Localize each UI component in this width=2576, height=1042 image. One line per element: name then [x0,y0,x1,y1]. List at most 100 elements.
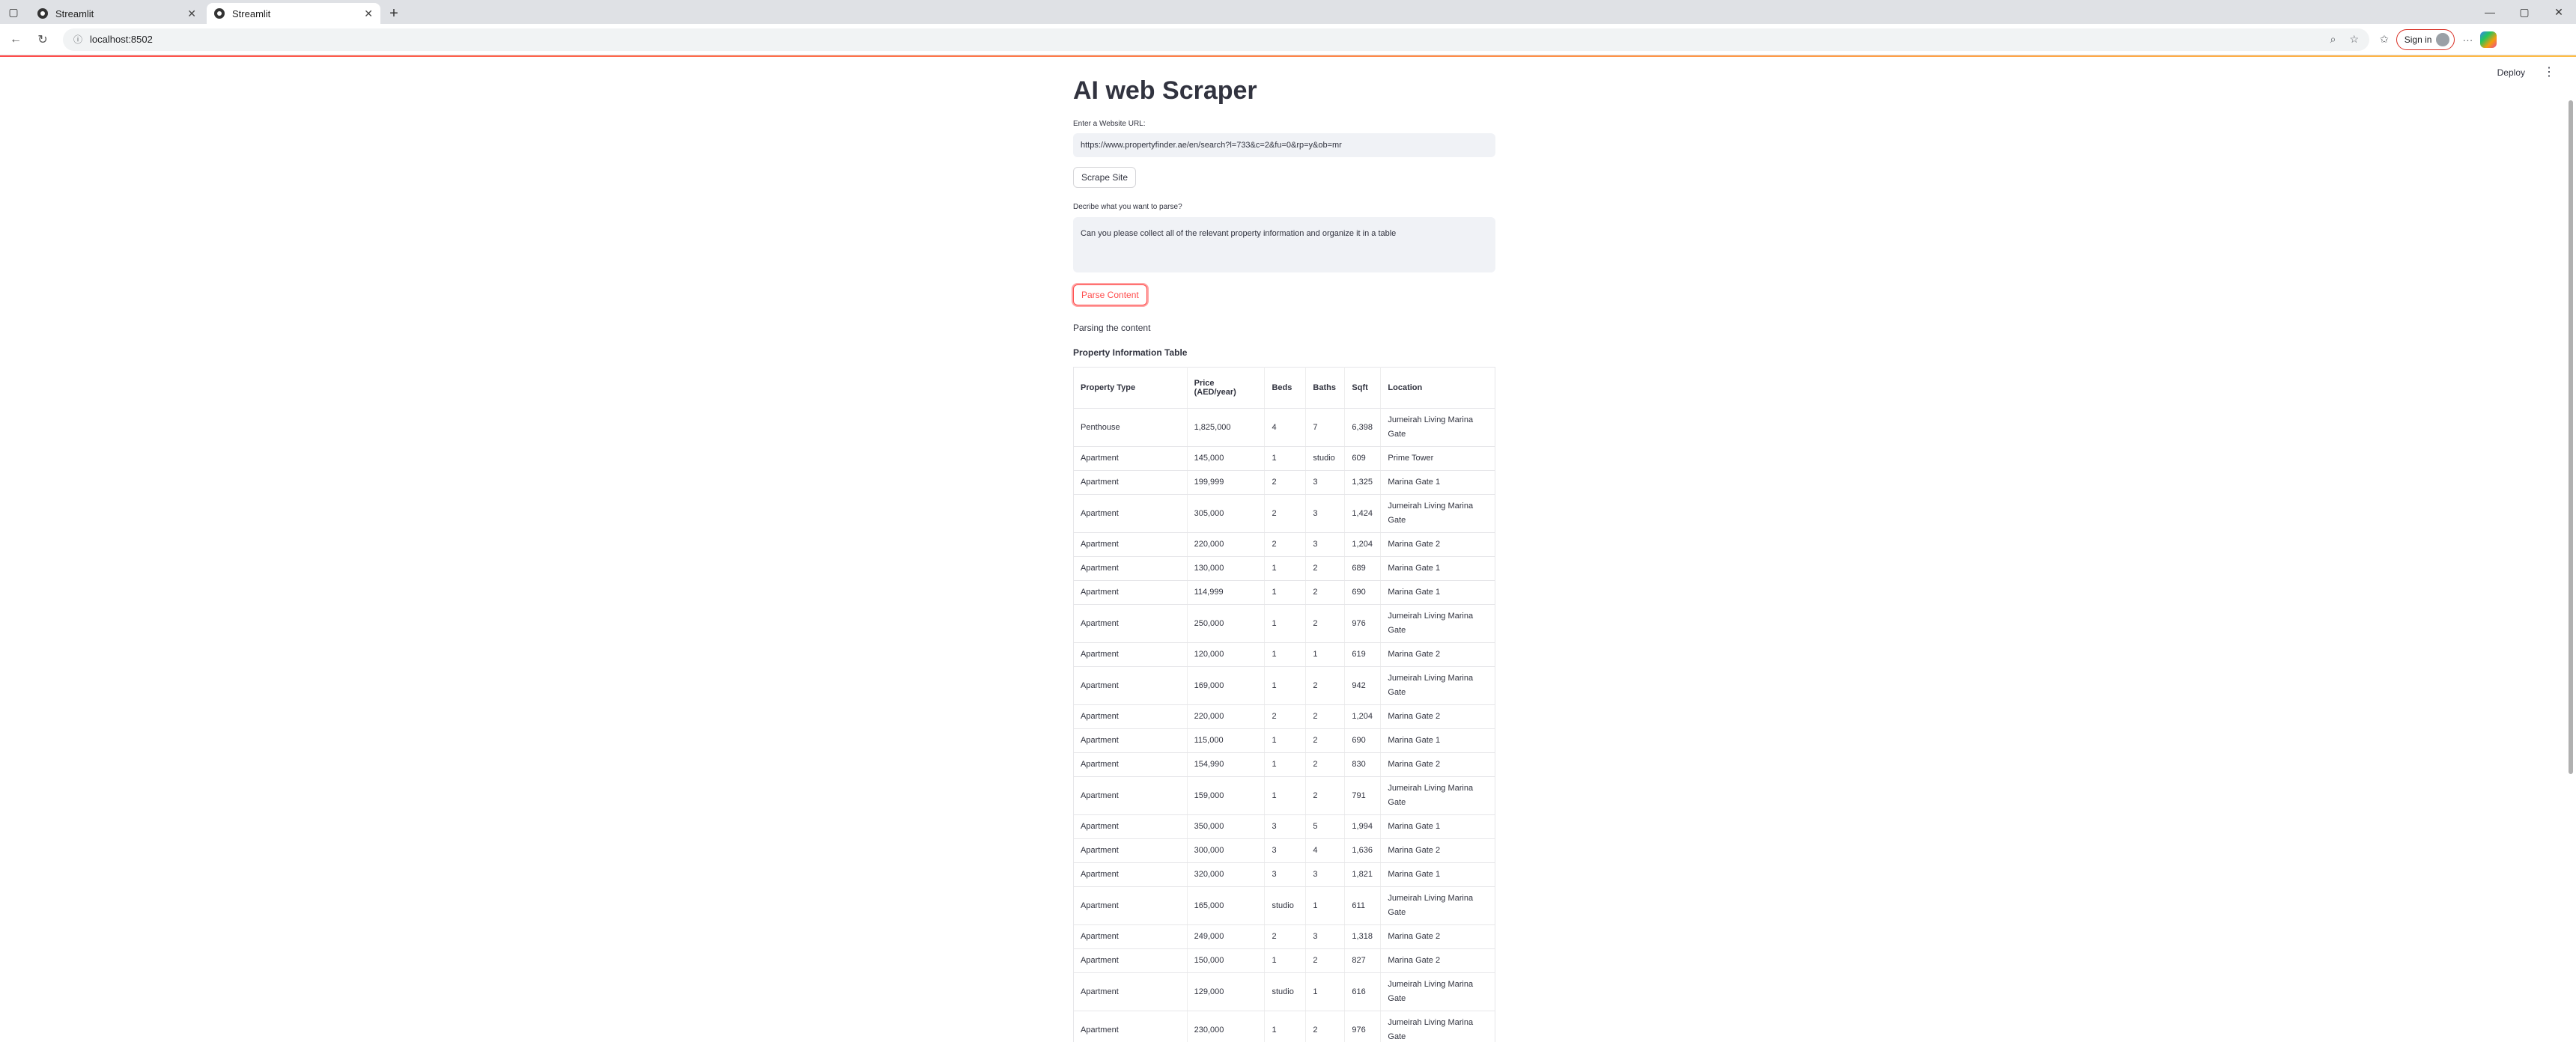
table-cell: 1 [1305,886,1345,925]
streamlit-favicon-icon [214,8,225,19]
more-options-icon[interactable]: ··· [2462,34,2473,46]
table-cell: 1 [1264,580,1306,605]
table-heading: Property Information Table [1073,347,1188,358]
table-cell: 1 [1264,666,1306,705]
new-tab-button[interactable]: + [383,3,404,24]
table-cell: Jumeirah Living Marina Gate [1380,886,1495,925]
table-cell: studio [1264,972,1306,1011]
column-header: Location [1380,367,1495,409]
main-menu-icon[interactable]: ⋮ [2543,64,2555,79]
table-cell: 320,000 [1186,862,1265,887]
scrollbar-thumb[interactable] [2569,100,2573,774]
table-row: Apartment 115,000 1 2 690 Marina Gate 1 [1073,728,1495,753]
table-cell: 250,000 [1186,604,1265,643]
table-cell: 165,000 [1186,886,1265,925]
table-cell: Marina Gate 1 [1380,814,1495,839]
site-info-icon[interactable]: ⓘ [73,33,82,46]
table-cell: Apartment [1073,532,1188,557]
table-cell: 3 [1305,924,1345,949]
back-icon[interactable]: ← [4,28,27,51]
table-cell: Apartment [1073,580,1188,605]
sign-in-button[interactable]: Sign in [2396,28,2455,50]
parse-description-label: Decribe what you want to parse? [1073,203,1182,211]
status-text: Parsing the content [1073,323,1151,333]
window-controls: — ▢ ✕ [2473,0,2576,24]
table-cell: 305,000 [1186,494,1265,533]
address-bar[interactable]: ⓘ localhost:8502 ⌕ ☆ [63,28,2369,51]
table-cell: 3 [1264,814,1306,839]
close-tab-icon[interactable]: ✕ [187,7,196,20]
table-cell: Apartment [1073,838,1188,863]
browser-tab-2[interactable]: Streamlit ✕ [207,3,380,24]
table-cell: 199,999 [1186,470,1265,495]
table-cell: 1,636 [1344,838,1381,863]
table-cell: 1,821 [1344,862,1381,887]
close-tab-icon[interactable]: ✕ [364,7,373,20]
table-cell: Marina Gate 2 [1380,642,1495,667]
tab-actions-icon[interactable]: ▢ [0,0,27,24]
table-row: Apartment 145,000 1 studio 609 Prime Tower [1073,446,1495,471]
table-cell: 130,000 [1186,556,1265,581]
table-cell: studio [1305,446,1345,471]
table-cell: 1 [1305,642,1345,667]
table-cell: 3 [1264,862,1306,887]
table-cell: Apartment [1073,862,1188,887]
table-cell: Marina Gate 2 [1380,532,1495,557]
zoom-icon[interactable]: ⌕ [2330,33,2336,46]
table-cell: Apartment [1073,728,1188,753]
copilot-icon[interactable] [2480,31,2497,48]
favorites-icon[interactable]: ✩ [2380,33,2389,46]
table-cell: 1 [1264,728,1306,753]
table-row: Apartment 300,000 3 4 1,636 Marina Gate 2 [1073,838,1495,863]
table-cell: 2 [1305,752,1345,777]
address-toolbar: ← ↻ ⓘ localhost:8502 ⌕ ☆ ✩ Sign in ··· [0,24,2576,55]
table-cell: 690 [1344,728,1381,753]
table-row: Apartment 165,000 studio 1 611 Jumeirah Livin… [1073,886,1495,925]
table-cell: Apartment [1073,470,1188,495]
table-cell: Apartment [1073,1011,1188,1042]
table-cell: 791 [1344,776,1381,815]
table-cell: 159,000 [1186,776,1265,815]
table-cell: 2 [1305,728,1345,753]
url-input[interactable]: https://www.propertyfinder.ae/en/search?… [1073,133,1495,157]
table-cell: 2 [1264,924,1306,949]
minimize-icon[interactable]: — [2473,0,2507,24]
table-row: Apartment 130,000 1 2 689 Marina Gate 1 [1073,556,1495,581]
refresh-icon[interactable]: ↻ [31,28,54,51]
table-cell: 2 [1264,532,1306,557]
table-cell: 7 [1305,408,1345,447]
header-decoration [0,55,2576,57]
table-cell: 5 [1305,814,1345,839]
parse-content-button[interactable]: Parse Content [1073,284,1147,305]
table-cell: 3 [1305,862,1345,887]
page-title: AI web Scraper [1073,76,1257,105]
table-cell: 4 [1264,408,1306,447]
table-cell: 2 [1305,776,1345,815]
close-window-icon[interactable]: ✕ [2542,0,2576,24]
table-cell: Jumeirah Living Marina Gate [1380,972,1495,1011]
table-cell: 2 [1305,604,1345,643]
favorite-star-icon[interactable]: ☆ [2349,33,2359,46]
url-text: localhost:8502 [90,34,153,45]
table-row: Apartment 249,000 2 3 1,318 Marina Gate 2 [1073,924,1495,949]
table-row: Apartment 169,000 1 2 942 Jumeirah Living Mar… [1073,666,1495,705]
table-row: Apartment 320,000 3 3 1,821 Marina Gate 1 [1073,862,1495,887]
table-cell: Apartment [1073,446,1188,471]
table-cell: 114,999 [1186,580,1265,605]
browser-tab-1[interactable]: Streamlit ✕ [30,3,204,24]
table-cell: 129,000 [1186,972,1265,1011]
table-cell: 249,000 [1186,924,1265,949]
table-cell: Apartment [1073,704,1188,729]
maximize-icon[interactable]: ▢ [2507,0,2542,24]
table-cell: 619 [1344,642,1381,667]
table-cell: Apartment [1073,776,1188,815]
table-cell: 154,990 [1186,752,1265,777]
scrape-site-button[interactable]: Scrape Site [1073,167,1137,188]
browser-tab-bar: ▢ Streamlit ✕ Streamlit ✕ + — ▢ ✕ [0,0,2576,24]
table-cell: 3 [1305,470,1345,495]
deploy-button[interactable]: Deploy [2497,67,2525,78]
parse-description-textarea[interactable]: Can you please collect all of the releva… [1073,217,1495,272]
table-row: Apartment 305,000 2 3 1,424 Jumeirah Living M… [1073,494,1495,533]
table-cell: 2 [1305,556,1345,581]
table-row: Penthouse 1,825,000 4 7 6,398 Jumeirah Living… [1073,408,1495,447]
